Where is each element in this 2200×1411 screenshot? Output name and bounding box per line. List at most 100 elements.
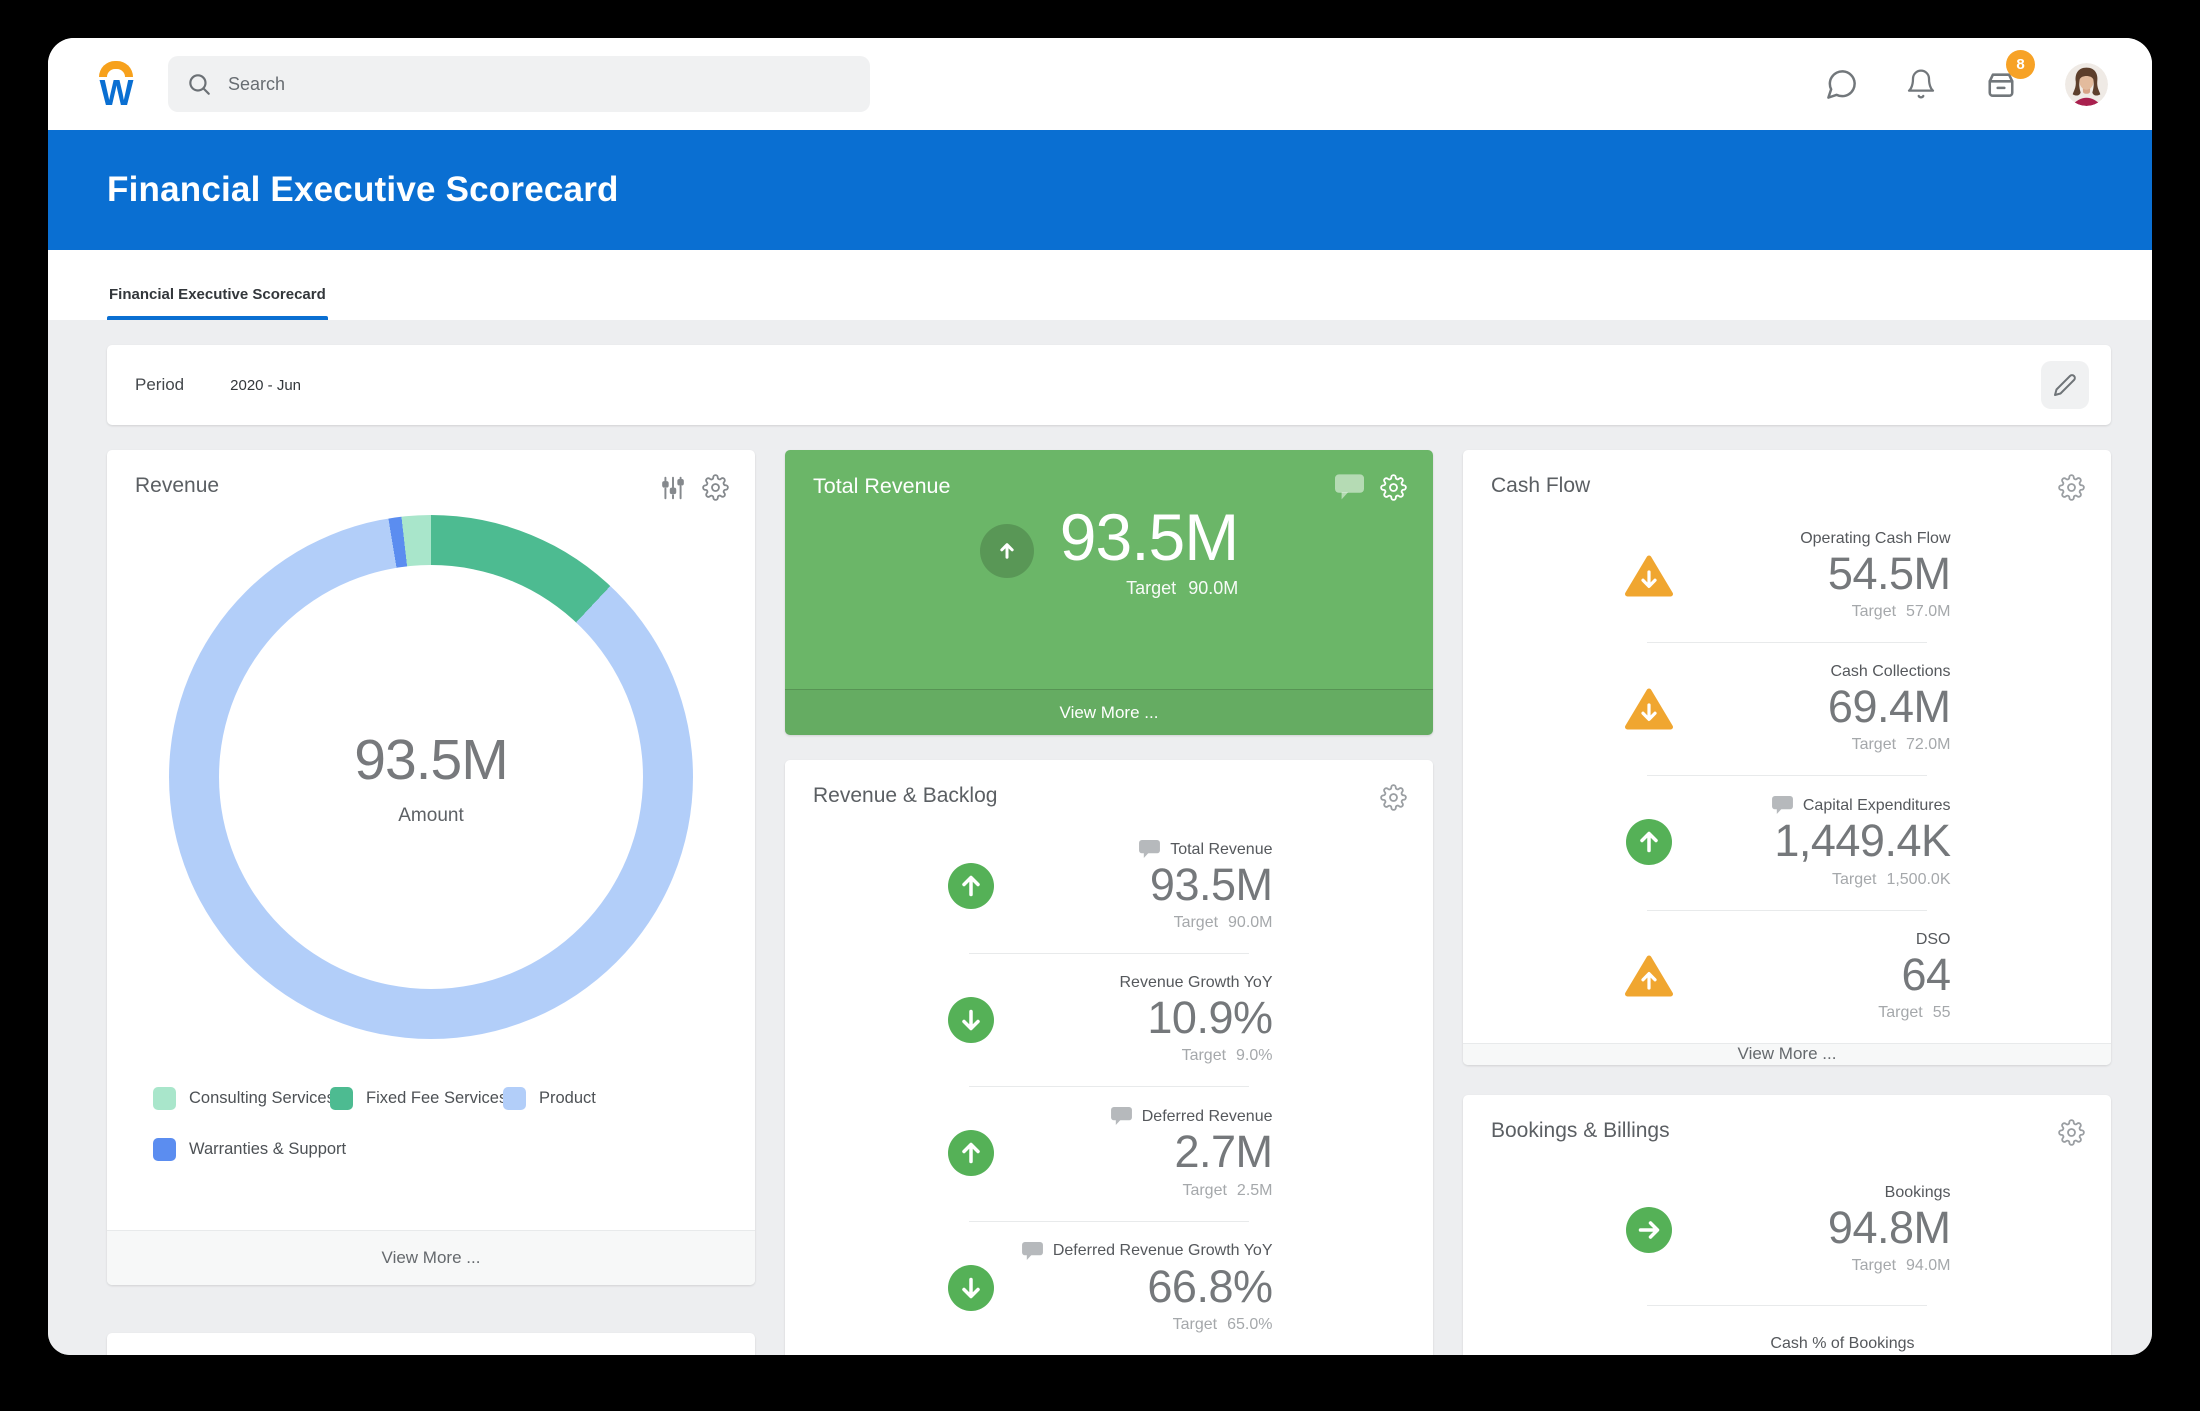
kpi-value[interactable]: 1,449.4K — [1696, 815, 1951, 867]
kpi-row: Deferred Revenue 2.7M Target2.5M — [785, 1086, 1433, 1220]
gear-icon[interactable] — [1380, 474, 1407, 501]
kpi-text: Cash % of Bookings — [1660, 1335, 1915, 1353]
total-revenue-target: Target90.0M — [1060, 578, 1238, 599]
gear-icon[interactable] — [2058, 474, 2085, 501]
legend-item[interactable]: Consulting Services — [153, 1087, 330, 1110]
kpi-label: Capital Expenditures — [1803, 797, 1951, 815]
tab-bar: Financial Executive Scorecard — [48, 250, 2152, 320]
kpi-target: Target72.0M — [1696, 736, 1951, 754]
gear-icon[interactable] — [702, 474, 729, 501]
kpi-label-line: Operating Cash Flow — [1696, 530, 1951, 548]
tab-financial-executive-scorecard[interactable]: Financial Executive Scorecard — [107, 286, 328, 320]
kpi-status-icon — [946, 1130, 996, 1176]
kpi-target: Target94.0M — [1696, 1257, 1951, 1275]
kpi-label: Deferred Revenue Growth YoY — [1053, 1242, 1273, 1260]
comment-icon[interactable] — [1772, 796, 1793, 815]
comment-icon[interactable] — [1139, 840, 1160, 859]
total-revenue-header-icons — [1335, 474, 1407, 501]
right-column: Cash Flow Operating Cash Flow 54.5M Targ… — [1463, 450, 2111, 1355]
kpi-row: Deferred Revenue Growth YoY 66.8% Target… — [785, 1221, 1433, 1355]
kpi-label-line: Bookings — [1696, 1184, 1951, 1202]
search-bar[interactable] — [168, 56, 870, 112]
kpi-row: Cash Collections 69.4M Target72.0M — [1463, 642, 2111, 775]
kpi-status-icon — [1624, 819, 1674, 865]
avatar[interactable] — [2065, 63, 2108, 106]
kpi-value[interactable]: 10.9% — [1018, 992, 1273, 1044]
workday-logo-letter: W — [100, 78, 133, 108]
kpi-row: Operating Cash Flow 54.5M Target57.0M — [1463, 509, 2111, 642]
chat-icon[interactable] — [1824, 67, 1859, 102]
comment-icon[interactable] — [1335, 474, 1364, 501]
kpi-label-line: Deferred Revenue Growth YoY — [1018, 1242, 1273, 1261]
kpi-status-icon — [946, 863, 996, 909]
content-area: Period 2020 - Jun Revenue — [48, 320, 2152, 1355]
kpi-value[interactable]: 94.8M — [1696, 1202, 1951, 1254]
kpi-status-icon — [946, 1265, 996, 1311]
kpi-label-line: Total Revenue — [1018, 840, 1273, 859]
kpi-text: DSO 64 Target55 — [1696, 931, 1951, 1022]
kpi-label: DSO — [1916, 931, 1951, 949]
workday-logo[interactable]: W — [90, 61, 142, 108]
comment-icon[interactable] — [1111, 1107, 1132, 1126]
kpi-value[interactable]: 2.7M — [1018, 1126, 1273, 1178]
kpi-label-line: Cash % of Bookings — [1660, 1335, 1915, 1353]
kpi-status-icon — [946, 997, 996, 1043]
total-revenue-view-more-button[interactable]: View More ... — [785, 689, 1433, 735]
inbox-tray-icon[interactable]: 8 — [1983, 66, 2019, 102]
donut-center: 93.5M Amount — [169, 515, 693, 1039]
legend-item[interactable]: Fixed Fee Services — [330, 1087, 503, 1110]
revenue-card-header: Revenue — [107, 450, 755, 501]
kpi-value[interactable]: 69.4M — [1696, 681, 1951, 733]
legend-label: Fixed Fee Services — [366, 1089, 507, 1108]
total-revenue-value[interactable]: 93.5M — [1060, 503, 1238, 572]
kpi-text: Revenue Growth YoY 10.9% Target9.0% — [1018, 974, 1273, 1065]
period-value: 2020 - Jun — [230, 377, 301, 394]
kpi-text: Cash Collections 69.4M Target72.0M — [1696, 663, 1951, 754]
kpi-text: Deferred Revenue 2.7M Target2.5M — [1018, 1107, 1273, 1199]
kpi-target: Target9.0% — [1018, 1047, 1273, 1065]
trend-up-circle-icon — [980, 524, 1034, 578]
kpi-value[interactable]: 54.5M — [1696, 548, 1951, 600]
kpi-label: Total Revenue — [1170, 841, 1272, 859]
legend-item[interactable]: Product — [503, 1087, 755, 1110]
page-title: Financial Executive Scorecard — [107, 170, 619, 210]
middle-column: Total Revenue 93.5M Target90.0M — [785, 450, 1433, 1355]
legend-label: Consulting Services — [189, 1089, 335, 1108]
search-icon — [186, 71, 212, 97]
gear-icon[interactable] — [1380, 784, 1407, 811]
total-revenue-card: Total Revenue 93.5M Target90.0M — [785, 450, 1433, 735]
kpi-row: Capital Expenditures 1,449.4K Target1,50… — [1463, 775, 2111, 909]
left-column: Revenue 93.5M Amount — [107, 450, 755, 1355]
legend-item[interactable]: Warranties & Support — [153, 1138, 330, 1161]
kpi-target: Target1,500.0K — [1696, 871, 1951, 889]
bookings-rows: Bookings 94.8M Target94.0M Cash % of Boo… — [1463, 1154, 2111, 1355]
kpi-value[interactable]: 93.5M — [1018, 859, 1273, 911]
kpi-label-line: Deferred Revenue — [1018, 1107, 1273, 1126]
revenue-backlog-title: Revenue & Backlog — [813, 784, 997, 808]
sliders-icon[interactable] — [660, 475, 686, 501]
kpi-label-line: DSO — [1696, 931, 1951, 949]
notifications-bell-icon[interactable] — [1905, 68, 1937, 100]
gear-icon[interactable] — [2058, 1119, 2085, 1146]
kpi-value[interactable]: 64 — [1696, 949, 1951, 1001]
cash-flow-rows: Operating Cash Flow 54.5M Target57.0M Ca… — [1463, 509, 2111, 1043]
comment-icon[interactable] — [1022, 1242, 1043, 1261]
kpi-text: Operating Cash Flow 54.5M Target57.0M — [1696, 530, 1951, 621]
legend-swatch — [153, 1087, 176, 1110]
revenue-donut-chart[interactable]: 93.5M Amount — [169, 515, 693, 1039]
donut-legend: Consulting Services Fixed Fee Services P… — [107, 1087, 755, 1161]
kpi-row: Total Revenue 93.5M Target90.0M — [785, 819, 1433, 953]
revenue-backlog-header: Revenue & Backlog — [785, 760, 1433, 811]
edit-period-button[interactable] — [2041, 361, 2089, 409]
kpi-value[interactable]: 66.8% — [1018, 1261, 1273, 1313]
kpi-status-icon — [1624, 953, 1674, 999]
kpi-text: Total Revenue 93.5M Target90.0M — [1018, 840, 1273, 932]
kpi-label: Operating Cash Flow — [1800, 530, 1950, 548]
search-input[interactable] — [226, 73, 852, 96]
revenue-card: Revenue 93.5M Amount — [107, 450, 755, 1285]
cash-flow-view-more-button[interactable]: View More ... — [1463, 1043, 2111, 1065]
donut-center-value: 93.5M — [354, 727, 507, 793]
inbox-badge: 8 — [2006, 50, 2035, 79]
revenue-view-more-button[interactable]: View More ... — [107, 1230, 755, 1285]
kpi-row: Revenue Growth YoY 10.9% Target9.0% — [785, 953, 1433, 1086]
